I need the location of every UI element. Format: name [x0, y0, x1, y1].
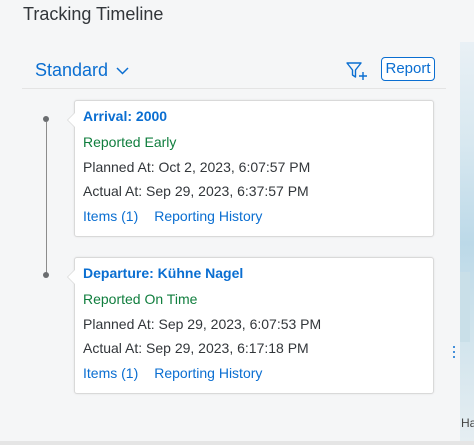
tracking-timeline-page: Tracking Timeline Standard Report Arriva…	[0, 0, 474, 445]
event-actual-time: Actual At: Sep 29, 2023, 6:37:57 PM	[83, 183, 309, 199]
reporting-history-link[interactable]: Reporting History	[154, 365, 262, 381]
variant-label: Standard	[35, 60, 109, 80]
event-actual-time: Actual At: Sep 29, 2023, 6:17:18 PM	[83, 340, 309, 356]
filter-add-icon	[346, 62, 367, 80]
timeline-connector	[46, 122, 47, 274]
event-title-link[interactable]: Departure: Kühne Nagel	[83, 265, 243, 281]
event-planned-time: Planned At: Sep 29, 2023, 6:07:53 PM	[83, 316, 322, 332]
map-land-shape	[460, 272, 470, 342]
timeline-dot	[43, 116, 49, 122]
timeline-event-card: Arrival: 2000 Reported Early Planned At:…	[67, 100, 434, 237]
chevron-down-icon	[116, 66, 129, 75]
items-link[interactable]: Items (1)	[83, 208, 138, 224]
event-links: Items (1) Reporting History	[83, 365, 262, 381]
splitter-handle[interactable]	[452, 346, 456, 362]
report-button[interactable]: Report	[381, 57, 435, 81]
map-view[interactable]: Ha	[460, 42, 474, 445]
event-links: Items (1) Reporting History	[83, 208, 262, 224]
reporting-history-link[interactable]: Reporting History	[154, 208, 262, 224]
timeline-dot	[43, 272, 49, 278]
filter-add-button[interactable]	[345, 60, 369, 82]
event-status: Reported On Time	[83, 291, 198, 307]
event-title-link[interactable]: Arrival: 2000	[83, 108, 167, 124]
map-place-label: Ha	[461, 416, 474, 430]
event-planned-time: Planned At: Oct 2, 2023, 6:07:57 PM	[83, 159, 311, 175]
page-title: Tracking Timeline	[23, 4, 164, 24]
event-status: Reported Early	[83, 134, 177, 150]
variant-selector[interactable]: Standard	[35, 60, 129, 81]
timeline-event-card: Departure: Kühne Nagel Reported On Time …	[67, 257, 434, 394]
bottom-bar	[0, 441, 474, 445]
timeline-toolbar: Standard Report	[22, 52, 446, 89]
items-link[interactable]: Items (1)	[83, 365, 138, 381]
